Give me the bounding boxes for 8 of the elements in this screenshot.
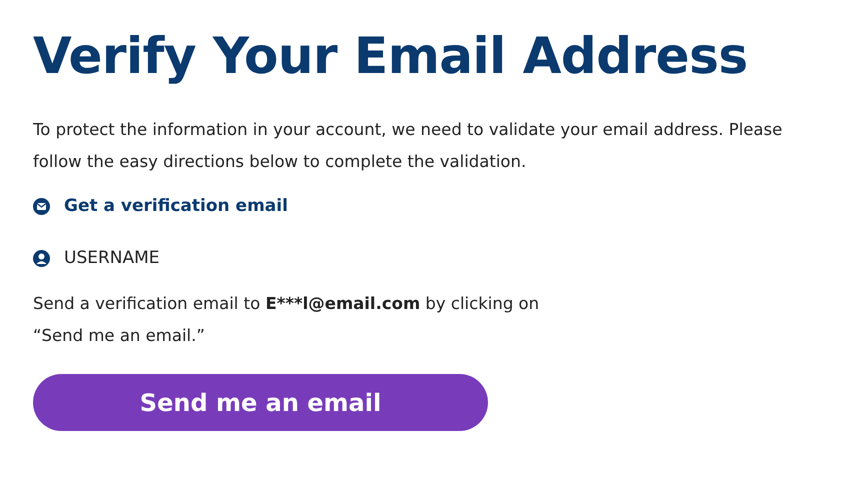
intro-paragraph: To protect the information in your account, we need to validate your email address. Please follow the easy directions below to complete the validation. — [33, 119, 784, 173]
page-title: Verify Your Email Address — [33, 26, 748, 87]
envelope-icon — [33, 198, 50, 214]
instruction-text: Send a verification email to E***l@email.com by clicking on “Send me an email.” — [33, 293, 540, 347]
username: USERNAME — [64, 248, 160, 268]
send-email-button[interactable]: Send me an email — [33, 374, 488, 431]
section-heading: Get a verification email — [64, 196, 288, 216]
user-icon — [33, 250, 50, 266]
